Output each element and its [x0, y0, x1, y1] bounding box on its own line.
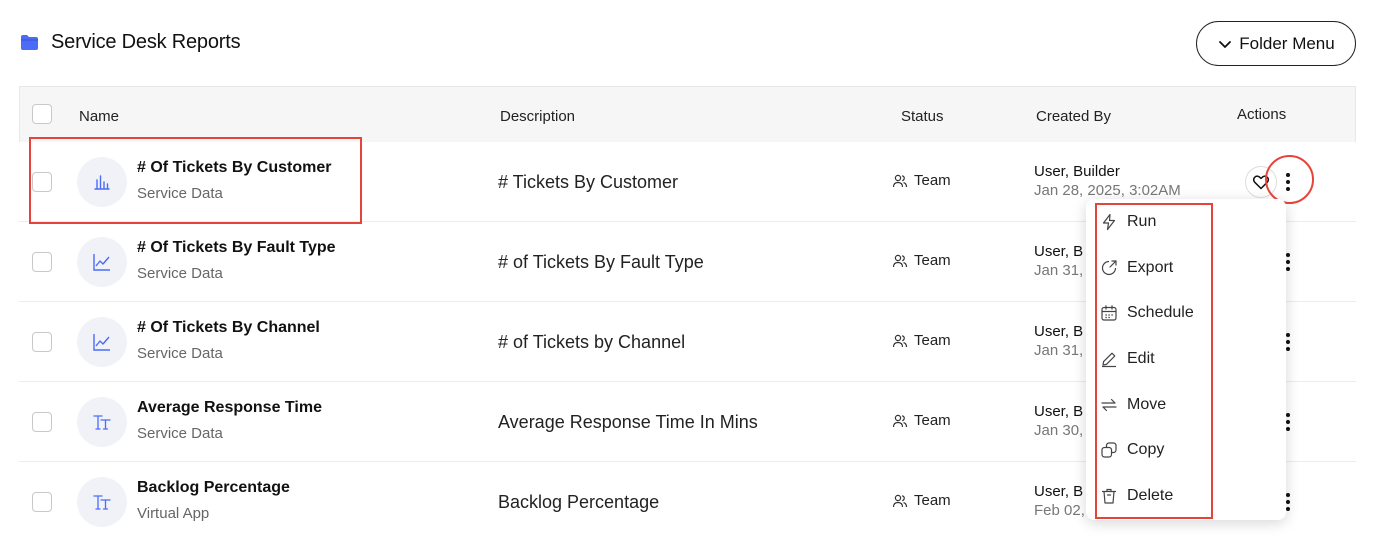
created-by-name: User, Bu	[1034, 323, 1084, 340]
status-label: Team	[914, 412, 951, 429]
status-badge: Team	[892, 172, 951, 189]
status-badge: Team	[892, 332, 951, 349]
status-label: Team	[914, 332, 951, 349]
page-title: Service Desk Reports	[51, 31, 241, 53]
created-by-name: User, Bu	[1034, 483, 1084, 500]
column-header-name[interactable]: Name	[79, 108, 119, 125]
folder-menu-label: Folder Menu	[1239, 33, 1335, 53]
text-metric-icon	[77, 477, 127, 527]
status-label: Team	[914, 492, 951, 509]
select-all-checkbox[interactable]	[32, 104, 52, 124]
report-name[interactable]: # Of Tickets By Fault Type	[137, 239, 336, 257]
highlight-circle-more-button	[1265, 155, 1314, 204]
team-icon	[892, 414, 908, 427]
column-header-actions: Actions	[1237, 106, 1287, 123]
table-header: Name Description Status Created By Actio…	[19, 86, 1356, 142]
page-header: Service Desk Reports Folder Menu	[0, 0, 1374, 86]
chevron-down-icon	[1219, 40, 1232, 48]
status-badge: Team	[892, 412, 951, 429]
report-source: Service Data	[137, 425, 223, 442]
report-description: Backlog Percentage	[498, 492, 660, 512]
highlight-box-menu-items	[1095, 203, 1213, 519]
column-header-created-by[interactable]: Created By	[1036, 108, 1111, 125]
text-metric-icon	[77, 397, 127, 447]
team-icon	[892, 254, 908, 267]
report-description: Average Response Time In Mins	[498, 412, 758, 432]
report-name[interactable]: # Of Tickets By Channel	[137, 319, 320, 337]
report-source: Service Data	[137, 345, 223, 362]
created-at-timestamp: Feb 02,	[1034, 502, 1084, 519]
team-icon	[892, 174, 908, 187]
row-checkbox[interactable]	[32, 492, 52, 512]
created-at-timestamp: Jan 31, 2	[1034, 262, 1084, 279]
team-icon	[892, 334, 908, 347]
created-by-name: User, Bu	[1034, 243, 1084, 260]
highlight-box-report-name	[29, 137, 362, 224]
created-at-timestamp: Jan 30,	[1034, 422, 1084, 439]
created-by-name: User, Bu	[1034, 403, 1084, 420]
line-chart-icon	[77, 237, 127, 287]
row-checkbox[interactable]	[32, 252, 52, 272]
status-badge: Team	[892, 252, 951, 269]
line-chart-icon	[77, 317, 127, 367]
folder-icon	[21, 35, 38, 50]
report-name[interactable]: Backlog Percentage	[137, 479, 290, 497]
row-checkbox[interactable]	[32, 412, 52, 432]
report-source: Virtual App	[137, 505, 210, 522]
report-description: # of Tickets By Fault Type	[498, 252, 704, 272]
status-label: Team	[914, 252, 951, 269]
folder-menu-button[interactable]: Folder Menu	[1196, 21, 1356, 66]
status-label: Team	[914, 172, 951, 189]
team-icon	[892, 494, 908, 507]
report-description: # of Tickets by Channel	[498, 332, 686, 352]
report-description: # Tickets By Customer	[498, 172, 679, 192]
status-badge: Team	[892, 492, 951, 509]
created-at-timestamp: Jan 31, 2	[1034, 342, 1084, 359]
created-by-name: User, Builder	[1034, 163, 1120, 180]
column-header-description[interactable]: Description	[500, 108, 575, 125]
report-source: Service Data	[137, 265, 223, 282]
column-header-status[interactable]: Status	[901, 108, 944, 125]
report-name[interactable]: Average Response Time	[137, 399, 322, 417]
created-at-timestamp: Jan 28, 2025, 3:02AM	[1034, 182, 1181, 199]
row-checkbox[interactable]	[32, 332, 52, 352]
